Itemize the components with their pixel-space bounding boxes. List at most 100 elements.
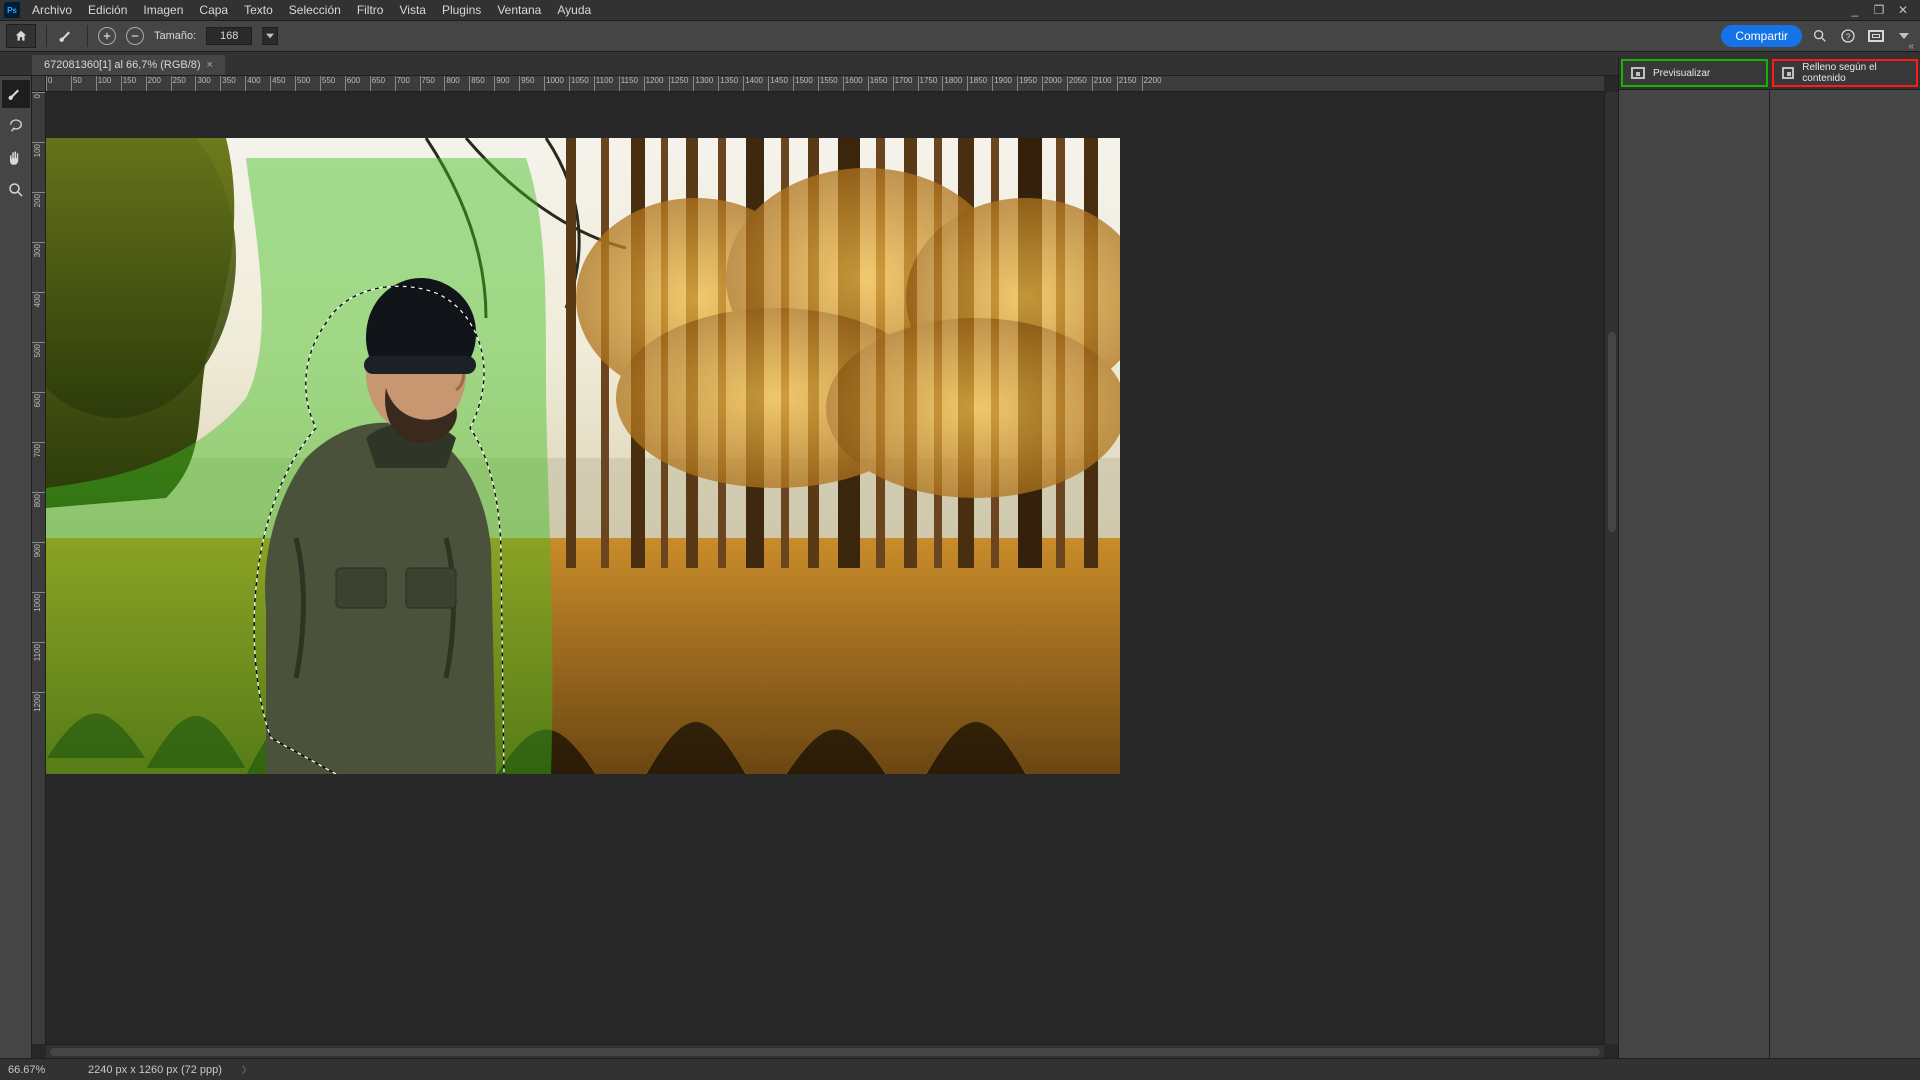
ruler-h-tick: 50 [73, 76, 82, 85]
ruler-v-tick: 500 [33, 344, 42, 357]
ruler-h-tick: 2200 [1144, 76, 1162, 85]
ruler-h-tick: 850 [471, 76, 484, 85]
lasso-icon [7, 117, 25, 135]
add-to-selection-button[interactable] [98, 27, 116, 45]
ruler-h-tick: 450 [272, 76, 285, 85]
brush-icon [58, 27, 76, 45]
ruler-h-tick: 2100 [1094, 76, 1112, 85]
plus-icon [103, 32, 111, 40]
help-button[interactable]: ? [1838, 26, 1858, 46]
collapse-panels-caret[interactable]: « [1908, 41, 1914, 52]
ruler-v-tick: 200 [33, 194, 42, 207]
home-icon [14, 29, 28, 43]
ruler-h-tick: 1400 [745, 76, 763, 85]
ruler-h-tick: 750 [422, 76, 435, 85]
document-tab-title: 672081360[1] al 66,7% (RGB/8) [44, 59, 201, 71]
ruler-h-tick: 2000 [1044, 76, 1062, 85]
chevron-down-icon [266, 33, 274, 39]
ruler-origin[interactable] [32, 76, 46, 92]
ruler-h-tick: 1100 [596, 76, 613, 85]
ruler-h-tick: 1950 [1019, 76, 1037, 85]
tool-lasso[interactable] [2, 112, 30, 140]
zoom-readout[interactable]: 66.67% [8, 1064, 68, 1076]
ruler-h-tick: 1600 [845, 76, 863, 85]
panel-tab-label: Previsualizar [1653, 68, 1710, 79]
menu-ventana[interactable]: Ventana [489, 1, 549, 19]
ruler-h-tick: 1050 [571, 76, 589, 85]
panel-tab-preview[interactable]: Previsualizar [1621, 59, 1768, 87]
panel-icon [1782, 67, 1795, 79]
menu-vista[interactable]: Vista [391, 1, 433, 19]
home-button[interactable] [6, 24, 36, 48]
ruler-h-tick: 1500 [795, 76, 813, 85]
svg-text:?: ? [1846, 31, 1851, 41]
menu-edicion[interactable]: Edición [80, 1, 135, 19]
ruler-h-tick: 350 [222, 76, 235, 85]
ruler-h-tick: 500 [297, 76, 310, 85]
app-logo: Ps [4, 2, 20, 18]
ruler-h-tick: 1350 [720, 76, 738, 85]
brush-icon [7, 85, 25, 103]
ruler-v-tick: 800 [33, 494, 42, 507]
ruler-vertical[interactable]: 0100200300400500600700800900100011001200 [32, 92, 46, 1044]
ruler-h-tick: 800 [446, 76, 459, 85]
chevron-down-icon [1899, 33, 1909, 39]
brush-size-dropdown[interactable] [262, 27, 278, 45]
ruler-v-tick: 1200 [33, 694, 42, 712]
panel-tab-content-aware[interactable]: Relleno según el contenido [1772, 59, 1919, 87]
horizontal-scroll-thumb[interactable] [50, 1048, 1600, 1056]
window-close[interactable]: ✕ [1896, 3, 1910, 17]
document-dimensions: 2240 px x 1260 px (72 ppp) [88, 1064, 222, 1076]
tool-strip [0, 76, 32, 1058]
workspace-button[interactable] [1866, 26, 1886, 46]
options-bar: Tamaño: Compartir ? [0, 20, 1920, 52]
window-restore[interactable]: ❐ [1872, 3, 1886, 17]
window-minimize[interactable]: _ [1848, 3, 1862, 17]
menu-seleccion[interactable]: Selección [281, 1, 349, 19]
ruler-h-tick: 900 [496, 76, 509, 85]
ruler-h-tick: 1700 [895, 76, 913, 85]
ruler-v-tick: 900 [33, 544, 42, 557]
vertical-scroll-thumb[interactable] [1608, 332, 1616, 532]
zoom-icon [7, 181, 25, 199]
status-bar: 66.67% 2240 px x 1260 px (72 ppp) 〉 [0, 1058, 1920, 1080]
ruler-h-tick: 400 [247, 76, 260, 85]
subtract-from-selection-button[interactable] [126, 27, 144, 45]
tool-hand[interactable] [2, 144, 30, 172]
document-tab[interactable]: 672081360[1] al 66,7% (RGB/8) × [32, 55, 225, 75]
menu-archivo[interactable]: Archivo [24, 1, 80, 19]
ruler-v-tick: 100 [33, 144, 42, 157]
document-canvas[interactable] [46, 138, 1120, 774]
horizontal-scrollbar[interactable] [46, 1044, 1604, 1058]
menu-imagen[interactable]: Imagen [135, 1, 191, 19]
ruler-h-tick: 650 [372, 76, 385, 85]
menu-plugins[interactable]: Plugins [434, 1, 489, 19]
panel-tab-row: Previsualizar Relleno según el contenido [1619, 57, 1920, 89]
status-caret[interactable]: 〉 [242, 1063, 251, 1076]
share-button[interactable]: Compartir [1721, 25, 1802, 47]
canvas-stage: 0501001502002503003504004505005506006507… [32, 76, 1618, 1058]
menu-capa[interactable]: Capa [191, 1, 236, 19]
menu-ayuda[interactable]: Ayuda [549, 1, 599, 19]
ruler-v-tick: 300 [33, 244, 42, 257]
tool-brush[interactable] [2, 80, 30, 108]
ruler-h-tick: 550 [322, 76, 335, 85]
vertical-scrollbar[interactable] [1604, 92, 1618, 1044]
ruler-h-tick: 1550 [820, 76, 838, 85]
separator [87, 25, 88, 47]
ruler-h-tick: 1300 [695, 76, 713, 85]
menu-filtro[interactable]: Filtro [349, 1, 392, 19]
brush-size-input[interactable] [206, 27, 252, 45]
ruler-h-tick: 1750 [920, 76, 938, 85]
preview-panel-body [1619, 89, 1770, 1058]
ruler-v-tick: 1000 [33, 594, 42, 612]
search-button[interactable] [1810, 26, 1830, 46]
ruler-h-tick: 700 [397, 76, 410, 85]
ruler-horizontal[interactable]: 0501001502002503003504004505005506006507… [46, 76, 1604, 92]
canvas-viewport[interactable] [46, 92, 1604, 1044]
active-tool-preview[interactable] [57, 26, 77, 46]
tool-zoom[interactable] [2, 176, 30, 204]
ruler-h-tick: 1900 [994, 76, 1012, 85]
document-tab-close[interactable]: × [207, 59, 213, 71]
menu-texto[interactable]: Texto [236, 1, 281, 19]
